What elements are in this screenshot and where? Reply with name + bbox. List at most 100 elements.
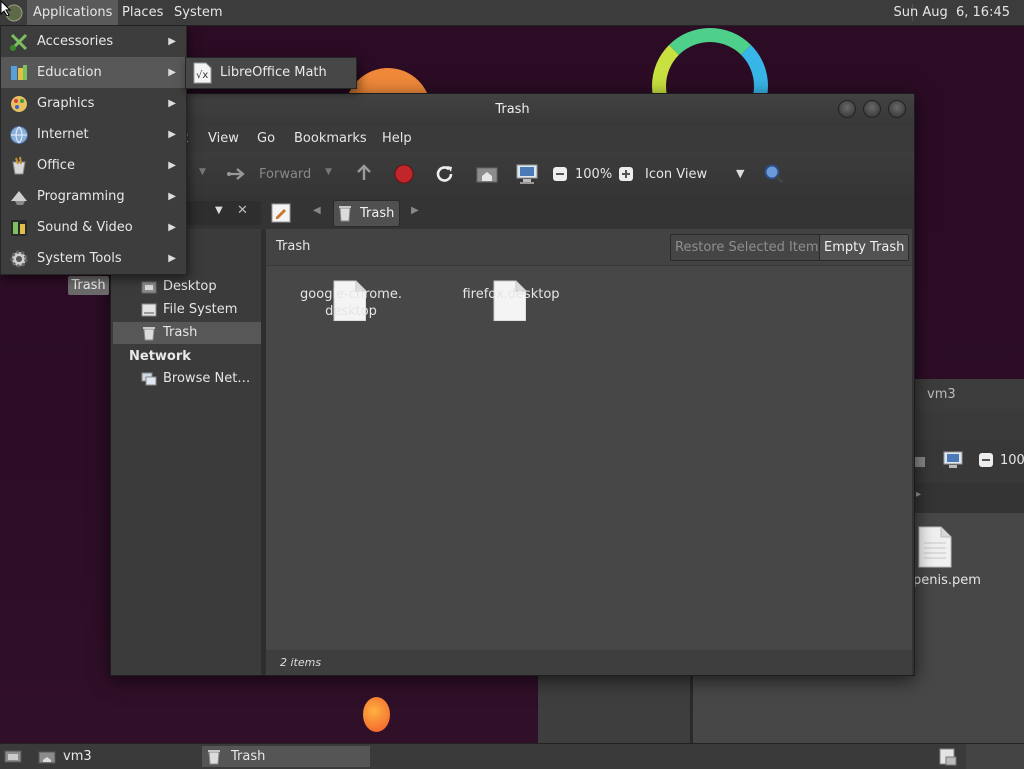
vm3-menubar	[913, 411, 1024, 439]
sidebar-item-label: File System	[163, 302, 238, 317]
file-label-firefox[interactable]: firefox.desktop	[441, 286, 581, 303]
network-icon	[141, 372, 157, 386]
menu-go[interactable]: Go	[257, 125, 275, 152]
internet-icon	[10, 126, 28, 144]
breadcrumb-trash[interactable]: Trash	[333, 200, 400, 227]
trash-applet-icon[interactable]	[938, 747, 958, 767]
menu-places[interactable]: Places	[116, 0, 169, 25]
close-sidebar-icon[interactable]: ✕	[237, 203, 248, 218]
menu-item-office[interactable]: Office ▶	[1, 150, 186, 181]
forward-arrow-icon[interactable]	[226, 165, 248, 183]
menu-system[interactable]: System	[168, 0, 228, 25]
menu-item-label: Sound & Video	[37, 220, 133, 235]
taskbar-button-trash[interactable]: Trash	[202, 746, 370, 767]
education-icon	[11, 65, 27, 80]
menu-view[interactable]: View	[208, 125, 239, 152]
vm3-crumb-arrow-icon[interactable]: ▸	[916, 489, 921, 500]
toolbar: ▼ Forward ▼ 100% Icon View ▼	[111, 152, 914, 197]
applications-menu: Accessories ▶ Education ▶ Graphics ▶ Int…	[0, 25, 187, 275]
accessories-icon	[10, 33, 28, 51]
empty-trash-button[interactable]: Empty Trash	[819, 234, 910, 261]
menu-bookmarks[interactable]: Bookmarks	[294, 125, 367, 152]
desktop-trash-label[interactable]: Trash	[68, 276, 109, 295]
zoom-out-icon[interactable]	[552, 166, 568, 182]
workspace-switcher[interactable]	[966, 744, 1024, 769]
edit-location-icon[interactable]	[271, 203, 291, 223]
view-mode-dropdown-icon[interactable]: ▼	[736, 167, 744, 180]
computer-icon[interactable]	[516, 163, 538, 185]
home-folder-icon[interactable]	[476, 164, 498, 184]
menu-item-label: Office	[37, 158, 75, 173]
menu-help[interactable]: Help	[382, 125, 412, 152]
window-titlebar[interactable]: Trash	[111, 94, 914, 125]
trash-icon	[143, 327, 155, 341]
mouse-pointer-icon	[0, 0, 12, 16]
menu-item-programming[interactable]: Programming ▶	[1, 181, 186, 212]
home-folder-icon[interactable]	[915, 451, 925, 469]
window-title: Trash	[495, 102, 530, 117]
menubar: t View Go Bookmarks Help	[111, 125, 914, 152]
breadcrumb-right-arrow-icon[interactable]: ▶	[411, 205, 419, 216]
menu-item-label: LibreOffice Math	[220, 65, 327, 80]
file-icon[interactable]	[917, 525, 953, 569]
menu-item-label: Accessories	[37, 34, 114, 49]
sidebar-item-desktop[interactable]: Desktop	[141, 276, 217, 298]
vm3-titlebar[interactable]: vm3	[913, 379, 1024, 411]
libreoffice-math-icon: √x	[193, 62, 212, 84]
menu-item-education[interactable]: Education ▶	[1, 57, 186, 88]
trash-icon	[208, 750, 220, 765]
view-mode-select[interactable]: Icon View	[645, 152, 707, 197]
forward-button[interactable]: Forward	[259, 152, 311, 197]
status-bar: 2 items	[266, 650, 912, 675]
restore-selected-button[interactable]: Restore Selected Items	[670, 234, 831, 261]
breadcrumb-left-arrow-icon[interactable]: ◀	[313, 205, 321, 216]
zoom-level: 100%	[575, 167, 613, 182]
minimize-button[interactable]	[838, 100, 856, 118]
back-dropdown-icon[interactable]: ▼	[199, 167, 206, 177]
file-label-google-chrome[interactable]: google-chrome. desktop	[281, 286, 421, 320]
trash-header: Trash	[276, 239, 311, 254]
menu-item-system-tools[interactable]: System Tools ▶	[1, 243, 186, 274]
file-view[interactable]: Trash Restore Selected Items Empty Trash…	[266, 229, 912, 650]
sidebar-item-browse-network[interactable]: Browse Net…	[141, 368, 250, 390]
sidebar-item-label: Desktop	[163, 279, 217, 294]
sidebar-selector-dropdown-icon[interactable]: ▼	[215, 205, 223, 216]
sidebar-item-file-system[interactable]: File System	[141, 299, 237, 321]
file-name-line: google-chrome.	[300, 287, 402, 302]
office-icon	[12, 156, 26, 175]
menu-item-internet[interactable]: Internet ▶	[1, 119, 186, 150]
taskbar-button-vm3[interactable]: vm3	[34, 746, 194, 767]
submenu-arrow-icon: ▶	[168, 160, 176, 171]
sidebar-item-trash[interactable]: Trash	[113, 322, 261, 344]
trash-info-bar: Trash Restore Selected Items Empty Trash	[266, 229, 912, 266]
clock[interactable]: Sun Aug 6, 16:45	[887, 0, 1016, 25]
menu-item-accessories[interactable]: Accessories ▶	[1, 26, 186, 57]
file-name-line: firefox.desktop	[462, 287, 560, 302]
search-icon[interactable]	[763, 163, 785, 185]
vm3-file-label[interactable]: penis.pem	[913, 573, 981, 588]
forward-dropdown-icon[interactable]: ▼	[325, 167, 332, 177]
bottom-panel: vm3 Trash	[0, 743, 1024, 769]
reload-icon[interactable]	[434, 163, 456, 185]
menu-applications[interactable]: Applications	[27, 0, 119, 25]
up-arrow-icon[interactable]	[354, 163, 374, 185]
top-panel: Applications Places System Sun Aug 6, 16…	[0, 0, 1024, 26]
zoom-in-icon[interactable]	[618, 166, 634, 182]
menu-item-label: Internet	[37, 127, 89, 142]
maximize-button[interactable]	[863, 100, 881, 118]
sidebar-header-network: Network	[129, 349, 191, 364]
zoom-out-icon[interactable]	[978, 452, 994, 468]
show-desktop-icon[interactable]	[4, 748, 22, 764]
submenu-arrow-icon: ▶	[168, 67, 176, 78]
places-sidebar: er 3 Desktop File System Trash Network B…	[111, 229, 261, 675]
menu-item-sound-video[interactable]: Sound & Video ▶	[1, 212, 186, 243]
submenu-arrow-icon: ▶	[168, 129, 176, 140]
close-button[interactable]	[888, 100, 906, 118]
taskbar-label: Trash	[231, 749, 266, 764]
stop-icon[interactable]	[394, 164, 414, 184]
file-manager-window[interactable]: Trash t View Go Bookmarks Help ▼ Forward…	[110, 93, 915, 676]
computer-icon[interactable]	[943, 450, 963, 470]
menu-item-graphics[interactable]: Graphics ▶	[1, 88, 186, 119]
vm3-window-title: vm3	[927, 387, 956, 402]
menu-item-libreoffice-math[interactable]: √x LibreOffice Math	[186, 58, 356, 88]
